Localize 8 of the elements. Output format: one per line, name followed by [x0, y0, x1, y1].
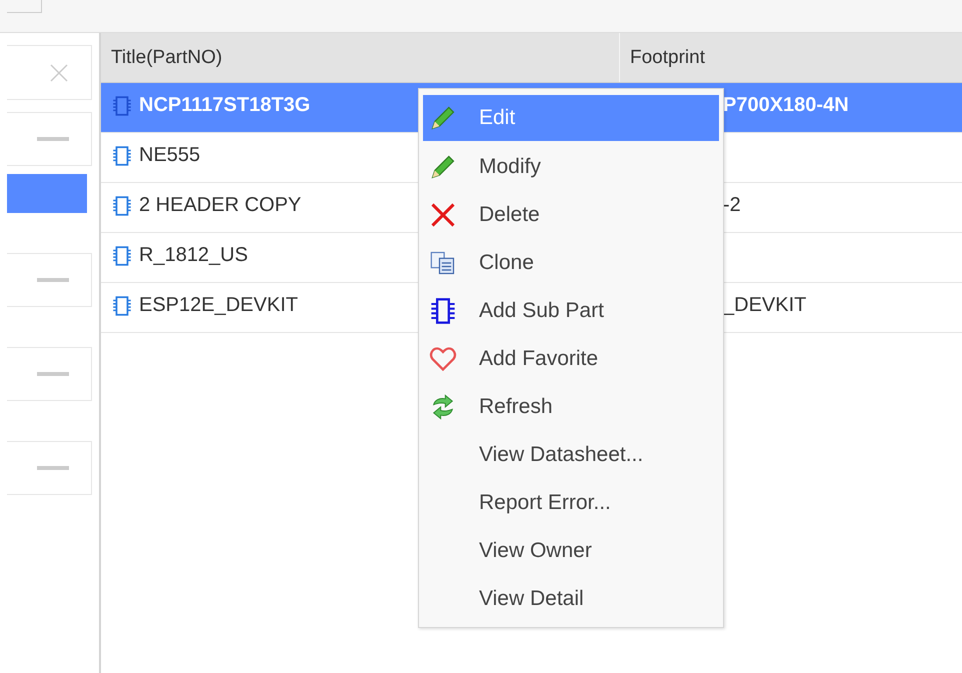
footprint-text: P700X180-4N — [723, 94, 849, 117]
part-title: R_1812_US — [139, 244, 248, 267]
footprint-text: -2 — [723, 194, 741, 217]
part-title: ESP12E_DEVKIT — [139, 294, 298, 317]
footprint-text: _DEVKIT — [723, 294, 806, 317]
part-title: NE555 — [139, 144, 200, 167]
part-title: 2 HEADER COPY — [139, 194, 302, 217]
part-title: NCP1117ST18T3G — [139, 94, 310, 117]
